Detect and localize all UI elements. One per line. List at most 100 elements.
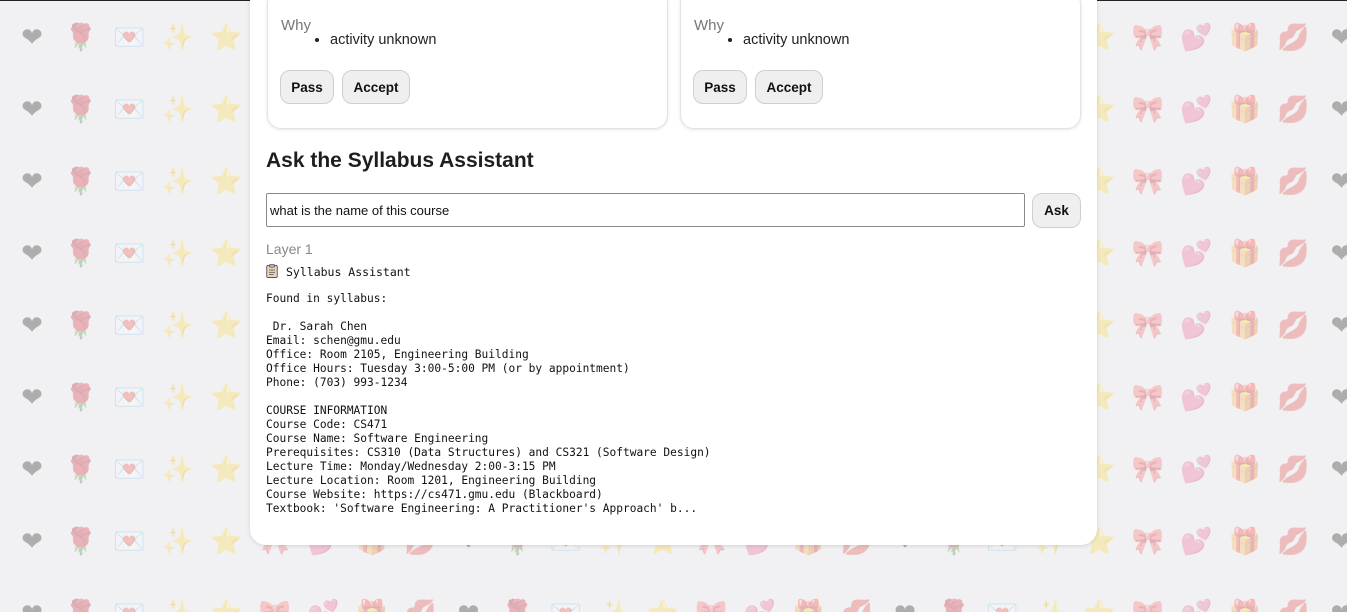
accept-button[interactable]: Accept bbox=[755, 70, 823, 104]
heart-icon: ❤ bbox=[1330, 239, 1347, 269]
star-icon: ⭐ bbox=[647, 598, 679, 612]
rose-icon: 🌹 bbox=[64, 95, 97, 125]
star-icon: ⭐ bbox=[210, 311, 243, 341]
kiss-icon: 💋 bbox=[1277, 167, 1310, 197]
gift-icon: 🎁 bbox=[1228, 239, 1261, 269]
heart-icon: ❤ bbox=[1330, 455, 1347, 485]
response-line: Phone: (703) 993-1234 bbox=[266, 376, 408, 389]
two-hearts-icon: 💕 bbox=[1180, 598, 1212, 612]
reason-item: activity unknown bbox=[330, 31, 436, 50]
heart-icon: ❤ bbox=[1330, 167, 1347, 197]
reason-item: activity unknown bbox=[743, 31, 849, 50]
response-line: Dr. Sarah Chen bbox=[272, 320, 368, 333]
reason-list: activity unknown bbox=[681, 31, 849, 50]
response-line: Found in syllabus: bbox=[266, 292, 388, 305]
rose-icon: 🌹 bbox=[64, 383, 97, 413]
kiss-icon: 💋 bbox=[1277, 383, 1310, 413]
star-icon: ⭐ bbox=[210, 455, 243, 485]
sparkles-icon: ✨ bbox=[161, 383, 194, 413]
rose-icon: 🌹 bbox=[938, 598, 970, 612]
heart-icon: ❤ bbox=[21, 455, 43, 485]
ribbon-icon: 🎀 bbox=[1132, 598, 1164, 612]
sparkles-icon: ✨ bbox=[161, 239, 194, 269]
sparkles-icon: ✨ bbox=[161, 527, 194, 557]
response-line: Course Code: CS471 bbox=[266, 418, 388, 431]
two-hearts-icon: 💕 bbox=[1180, 23, 1213, 53]
ribbon-icon: 🎀 bbox=[1131, 23, 1164, 53]
heart-icon: ❤ bbox=[21, 167, 43, 197]
star-icon: ⭐ bbox=[210, 383, 243, 413]
love-letter-icon: 💌 bbox=[113, 23, 146, 53]
heart-icon: ❤ bbox=[21, 311, 43, 341]
two-hearts-icon: 💕 bbox=[1180, 239, 1213, 269]
rose-icon: 🌹 bbox=[64, 527, 97, 557]
love-letter-icon: 💌 bbox=[550, 598, 582, 612]
match-card: Why activity unknown Pass Accept bbox=[680, 0, 1081, 129]
heart-icon: ❤ bbox=[21, 95, 43, 125]
star-icon: ⭐ bbox=[210, 95, 243, 125]
rose-icon: 🌹 bbox=[65, 598, 97, 612]
love-letter-icon: 💌 bbox=[113, 527, 146, 557]
response-line: Email: schen@gmu.edu bbox=[266, 334, 401, 347]
gift-icon: 🎁 bbox=[1228, 95, 1261, 125]
heart-icon: ❤ bbox=[21, 383, 43, 413]
two-hearts-icon: 💕 bbox=[1180, 383, 1213, 413]
kiss-icon: 💋 bbox=[1277, 95, 1310, 125]
star-icon: ⭐ bbox=[210, 527, 243, 557]
ask-button[interactable]: Ask bbox=[1032, 193, 1081, 228]
pass-button[interactable]: Pass bbox=[280, 70, 334, 104]
assistant-title: Ask the Syllabus Assistant bbox=[266, 149, 534, 172]
assistant-response: Found in syllabus: Dr. Sarah Chen Email:… bbox=[266, 292, 711, 516]
sparkles-icon: ✨ bbox=[598, 598, 630, 612]
kiss-icon: 💋 bbox=[1277, 455, 1310, 485]
response-line: Lecture Time: Monday/Wednesday 2:00-3:15… bbox=[266, 460, 556, 473]
love-letter-icon: 💌 bbox=[986, 598, 1018, 612]
heart-icon: ❤ bbox=[16, 598, 48, 612]
ribbon-icon: 🎀 bbox=[1131, 239, 1164, 269]
pass-button[interactable]: Pass bbox=[693, 70, 747, 104]
love-letter-icon: 💌 bbox=[113, 455, 146, 485]
assistant-header-text: Syllabus Assistant bbox=[286, 265, 411, 279]
star-icon: ⭐ bbox=[210, 23, 243, 53]
kiss-icon: 💋 bbox=[1277, 527, 1310, 557]
gift-icon: 🎁 bbox=[1228, 23, 1261, 53]
two-hearts-icon: 💕 bbox=[1180, 311, 1213, 341]
two-hearts-icon: 💕 bbox=[1180, 95, 1213, 125]
two-hearts-icon: 💕 bbox=[307, 598, 339, 612]
rose-icon: 🌹 bbox=[501, 598, 533, 612]
heart-icon: ❤ bbox=[889, 598, 921, 612]
two-hearts-icon: 💕 bbox=[1180, 167, 1213, 197]
sparkles-icon: ✨ bbox=[161, 167, 194, 197]
assistant-response-header: Syllabus Assistant bbox=[266, 264, 411, 280]
love-letter-icon: 💌 bbox=[113, 383, 146, 413]
ribbon-icon: 🎀 bbox=[259, 598, 291, 612]
sparkles-icon: ✨ bbox=[161, 95, 194, 125]
heart-icon: ❤ bbox=[1330, 383, 1347, 413]
ribbon-icon: 🎀 bbox=[1131, 527, 1164, 557]
love-letter-icon: 💌 bbox=[113, 598, 145, 612]
sparkles-icon: ✨ bbox=[1035, 598, 1067, 612]
love-letter-icon: 💌 bbox=[113, 311, 146, 341]
ribbon-icon: 🎀 bbox=[1131, 167, 1164, 197]
love-letter-icon: 💌 bbox=[113, 167, 146, 197]
star-icon: ⭐ bbox=[210, 167, 243, 197]
gift-icon: 🎁 bbox=[1228, 455, 1261, 485]
love-letter-icon: 💌 bbox=[113, 239, 146, 269]
star-icon: ⭐ bbox=[210, 598, 242, 612]
sparkles-icon: ✨ bbox=[162, 598, 194, 612]
ribbon-icon: 🎀 bbox=[1131, 383, 1164, 413]
question-input[interactable] bbox=[266, 193, 1025, 227]
two-hearts-icon: 💕 bbox=[744, 598, 776, 612]
ribbon-icon: 🎀 bbox=[1131, 95, 1164, 125]
heart-icon: ❤ bbox=[453, 598, 485, 612]
ribbon-icon: 🎀 bbox=[695, 598, 727, 612]
heart-icon: ❤ bbox=[1330, 23, 1347, 53]
accept-button[interactable]: Accept bbox=[342, 70, 410, 104]
gift-icon: 🎁 bbox=[792, 598, 824, 612]
rose-icon: 🌹 bbox=[64, 23, 97, 53]
heart-icon: ❤ bbox=[21, 527, 43, 557]
kiss-icon: 💋 bbox=[1277, 23, 1310, 53]
heart-icon: ❤ bbox=[21, 23, 43, 53]
heart-icon: ❤ bbox=[1330, 95, 1347, 125]
heart-icon: ❤ bbox=[1326, 598, 1347, 612]
